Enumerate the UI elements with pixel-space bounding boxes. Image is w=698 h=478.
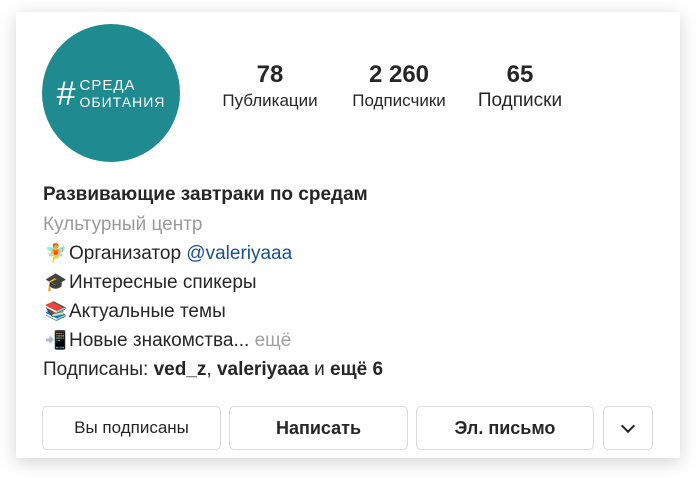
profile-stats: 78 Публикации 2 260 Подписчики 65 Подпис… [211,60,575,112]
bio-line-text: Организатор [69,243,187,264]
profile-card: # СРЕДА ОБИТАНИЯ 78 Публикации 2 260 Под… [16,12,680,458]
stat-publications[interactable]: 78 Публикации [211,60,329,112]
bio-line-networking: 📲Новые знакомства... ещё [43,326,663,355]
followed-by-prefix: Подписаны: [43,359,154,380]
phone-arrow-icon: 📲 [44,330,68,351]
followed-by-more[interactable]: ещё 6 [330,359,383,380]
stat-following[interactable]: 65 Подписки [465,60,575,112]
more-link[interactable]: ещё [249,330,292,351]
followed-by: Подписаны: ved_z, valeriyaaa и ещё 6 [43,355,663,384]
profile-actions: Вы подписаны Написать Эл. письмо [42,406,653,450]
avatar-logo-line2: ОБИТАНИЯ [79,93,166,110]
followed-by-and: и [308,359,331,380]
profile-bio: Развивающие завтраки по средам Культурны… [43,180,663,384]
avatar-hash: # [56,75,76,113]
followed-by-user[interactable]: ved_z [154,359,207,380]
more-options-button[interactable] [603,406,653,450]
publications-count: 78 [256,61,284,88]
profile-category: Культурный центр [43,214,203,235]
bio-line-topics: 📚Актуальные темы [43,297,663,326]
chevron-down-icon [620,418,636,434]
bio-line-text: Интересные спикеры [69,272,257,293]
message-button[interactable]: Написать [229,406,408,450]
mention-link[interactable]: @valeriyaaa [186,243,292,264]
bio-line-text: Актуальные темы [69,301,226,322]
following-count: 65 [506,61,534,88]
books-icon: 📚 [44,301,68,322]
profile-name: Развивающие завтраки по средам [43,184,368,205]
subscribed-button[interactable]: Вы подписаны [42,406,221,450]
avatar-logo-line1: СРЕДА [79,76,136,94]
following-label: Подписки [477,90,563,111]
email-button[interactable]: Эл. письмо [416,406,594,450]
publications-label: Публикации [222,91,318,110]
bio-line-organizer: 🧚Организатор @valeriyaaa [43,239,663,268]
followers-count: 2 260 [368,61,430,88]
followed-by-user[interactable]: valeriyaaa [217,359,309,380]
followers-label: Подписчики [352,91,446,110]
avatar[interactable]: # СРЕДА ОБИТАНИЯ [42,24,180,162]
avatar-logo: СРЕДА ОБИТАНИЯ [80,78,166,109]
fairy-icon: 🧚 [44,243,68,264]
followed-by-separator: , [206,359,217,380]
bio-line-speakers: 🎓Интересные спикеры [43,268,663,297]
graduate-icon: 🎓 [44,272,68,293]
stat-followers[interactable]: 2 260 Подписчики [339,60,459,112]
bio-line-text: Новые знакомства... [69,330,250,351]
